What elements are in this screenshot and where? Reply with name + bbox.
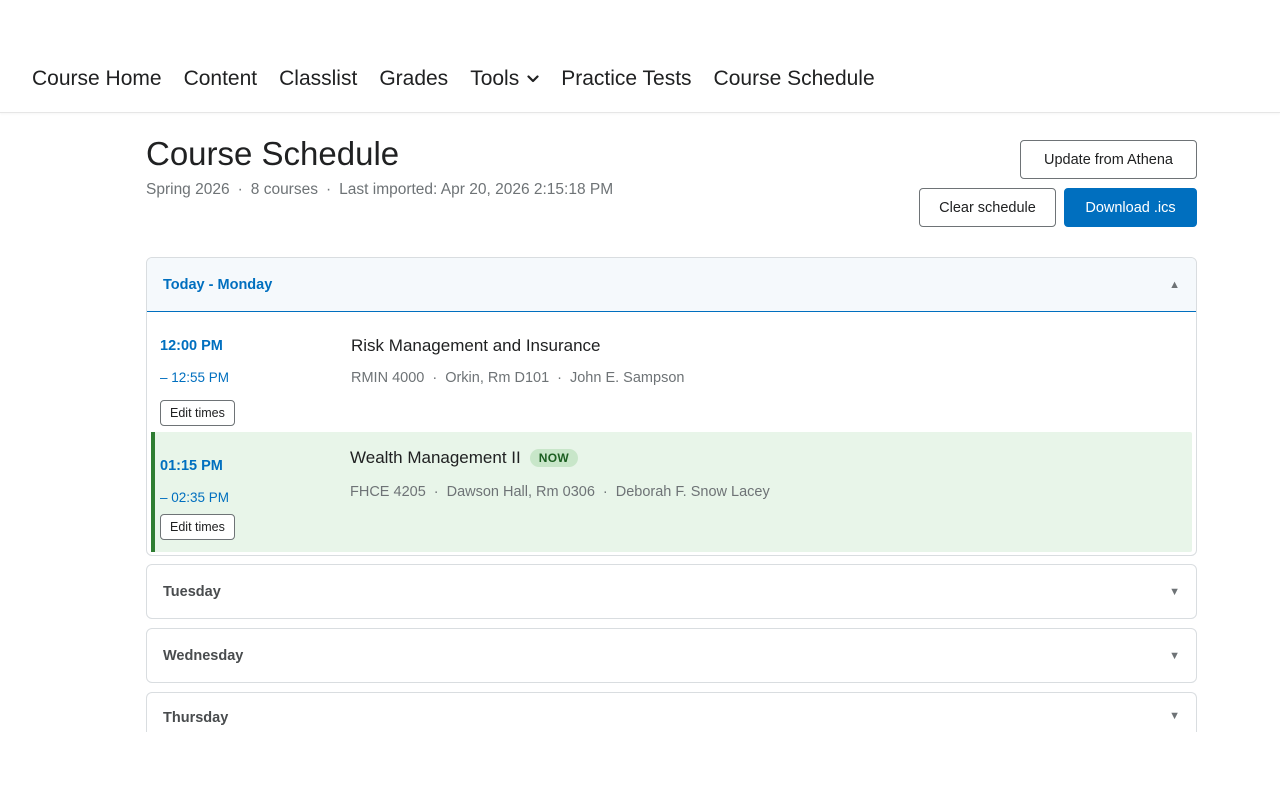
separator: ·	[602, 484, 608, 500]
update-from-athena-button[interactable]: Update from Athena	[1020, 140, 1197, 179]
nav-practice-tests[interactable]: Practice Tests	[561, 64, 691, 94]
course-title-text: Risk Management and Insurance	[351, 336, 601, 355]
day-label: Tuesday	[163, 583, 221, 600]
course-title: Risk Management and Insurance	[351, 336, 600, 356]
nav-course-home[interactable]: Course Home	[32, 64, 162, 94]
last-imported: Last imported: Apr 20, 2026 2:15:18 PM	[339, 181, 614, 198]
nav-classlist[interactable]: Classlist	[279, 64, 357, 94]
separator: ·	[325, 181, 332, 198]
nav-items: Course Home Content Classlist Grades Too…	[32, 64, 897, 94]
course-count: 8 courses	[250, 181, 318, 198]
schedule-entry-now: 01:15 PM – 02:35 PM Edit times Wealth Ma…	[151, 432, 1192, 552]
chevron-down-icon	[527, 75, 539, 83]
nav-content[interactable]: Content	[184, 64, 258, 94]
separator: ·	[432, 370, 438, 386]
top-navigation: Course Home Content Classlist Grades Too…	[0, 0, 1280, 113]
day-panel-tuesday[interactable]: Tuesday ▼	[146, 564, 1197, 619]
day-panel-wednesday[interactable]: Wednesday ▼	[146, 628, 1197, 683]
nav-tools-label: Tools	[470, 67, 520, 90]
nav-course-schedule[interactable]: Course Schedule	[714, 64, 875, 94]
caret-down-icon: ▼	[1169, 585, 1180, 598]
today-label: Today - Monday	[163, 276, 273, 293]
end-time: – 12:55 PM	[160, 370, 230, 385]
start-time: 01:15 PM	[160, 458, 223, 474]
course-title-text: Wealth Management II	[350, 448, 521, 467]
course-location: Orkin, Rm D101	[445, 370, 550, 386]
edit-times-button[interactable]: Edit times	[160, 514, 235, 540]
caret-down-icon: ▼	[1169, 649, 1180, 662]
day-label: Wednesday	[163, 647, 244, 664]
course-instructor: John E. Sampson	[569, 370, 685, 386]
schedule-summary: Spring 2026 · 8 courses · Last imported: Apr…	[146, 180, 613, 200]
course-location: Dawson Hall, Rm 0306	[446, 484, 595, 500]
course-meta: FHCE 4205 · Dawson Hall, Rm 0306 · Deborah F…	[350, 484, 770, 500]
day-panel-thursday[interactable]: Thursday ▼	[146, 692, 1197, 732]
separator: ·	[557, 370, 562, 386]
course-code: RMIN 4000	[351, 370, 425, 386]
separator: ·	[433, 484, 439, 500]
page-title: Course Schedule	[146, 135, 400, 172]
separator: ·	[237, 181, 243, 198]
schedule-entry: 12:00 PM – 12:55 PM Edit times Risk Mana…	[147, 312, 1196, 432]
clear-schedule-button[interactable]: Clear schedule	[919, 188, 1056, 227]
nav-tools[interactable]: Tools	[470, 64, 539, 94]
download-ics-button[interactable]: Download .ics	[1064, 188, 1197, 227]
today-panel: Today - Monday ▲ 12:00 PM – 12:55 PM Edi…	[146, 257, 1197, 556]
caret-up-icon: ▲	[1169, 278, 1180, 291]
edit-times-button[interactable]: Edit times	[160, 400, 235, 426]
course-meta: RMIN 4000 · Orkin, Rm D101 · John E. Sampson	[351, 370, 684, 386]
end-time: – 02:35 PM	[160, 490, 230, 505]
course-title: Wealth Management II NOW	[350, 448, 578, 468]
today-panel-header[interactable]: Today - Monday ▲	[147, 258, 1196, 312]
term-label: Spring 2026	[146, 181, 230, 198]
start-time: 12:00 PM	[160, 338, 223, 354]
now-badge: NOW	[529, 449, 578, 467]
course-instructor: Deborah F. Snow Lacey	[615, 484, 770, 500]
caret-down-icon: ▼	[1169, 710, 1180, 722]
nav-grades[interactable]: Grades	[379, 64, 448, 94]
course-code: FHCE 4205	[350, 484, 426, 500]
day-label: Thursday	[163, 710, 229, 726]
